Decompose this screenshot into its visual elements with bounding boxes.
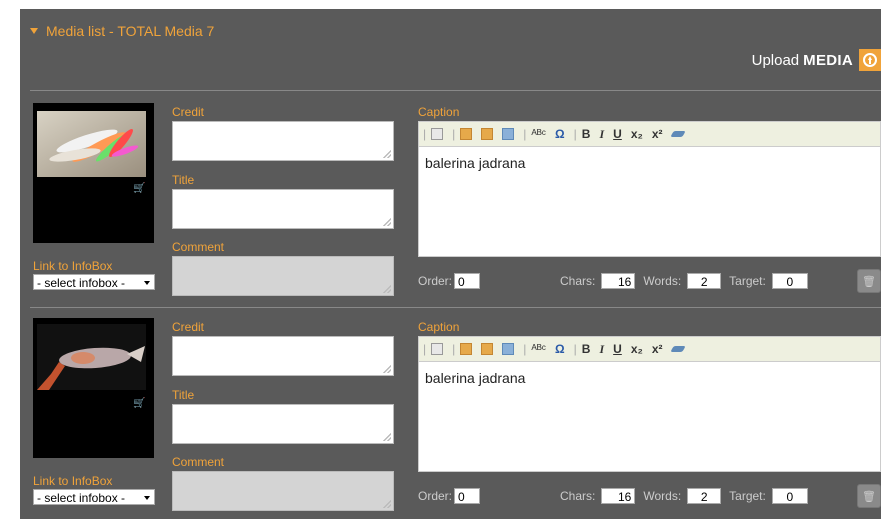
upload-label: Upload: [751, 51, 800, 69]
trash-icon: 🗑: [862, 490, 876, 503]
title-label: Title: [172, 173, 195, 187]
caption-text-area[interactable]: balerina jadrana: [418, 147, 881, 257]
caption-editor: | | | ᴬᴮᶜ Ω | B I U x₂ x² balerina jadra…: [418, 121, 881, 257]
target-input[interactable]: 0: [771, 273, 808, 289]
link-to-infobox-label: Link to InfoBox: [33, 259, 113, 273]
resize-grip-icon[interactable]: [383, 285, 391, 293]
resize-grip-icon[interactable]: [383, 500, 391, 508]
bold-button[interactable]: B: [582, 342, 591, 356]
italic-button[interactable]: I: [599, 342, 604, 357]
source-icon[interactable]: [431, 128, 444, 140]
caption-meta-row: Order: 0 Chars: 16 Words: 2 Target: 0 🗑: [418, 484, 881, 508]
title-label: Title: [172, 388, 195, 402]
underline-button[interactable]: U: [613, 342, 622, 356]
caption-label: Caption: [418, 105, 460, 119]
chars-count: 16: [601, 273, 636, 289]
media-list-title: Media list - TOTAL Media 7: [46, 23, 215, 39]
source-icon[interactable]: [431, 343, 444, 355]
media-thumbnail[interactable]: 🛒: [33, 103, 154, 243]
chars-label: Chars:: [560, 274, 596, 288]
thumbnail-image: [37, 324, 146, 390]
title-field[interactable]: [172, 404, 394, 444]
target-label: Target:: [729, 489, 766, 503]
upload-icon: [859, 49, 881, 71]
editor-toolbar: | | | ᴬᴮᶜ Ω | B I U x₂ x²: [418, 121, 881, 147]
words-label: Words:: [643, 489, 682, 503]
resize-grip-icon[interactable]: [383, 218, 391, 226]
paste-text-icon[interactable]: [481, 128, 494, 140]
infobox-select[interactable]: - select infobox -: [33, 489, 155, 505]
spellcheck-icon[interactable]: ᴬᴮᶜ: [531, 342, 546, 356]
collapse-arrow-icon: [30, 28, 38, 34]
order-label: Order:: [418, 274, 453, 288]
target-label: Target:: [729, 274, 766, 288]
infobox-select[interactable]: - select infobox -: [33, 274, 155, 290]
subscript-button[interactable]: x₂: [631, 342, 643, 356]
credit-field[interactable]: [172, 121, 394, 161]
title-field[interactable]: [172, 189, 394, 229]
words-count: 2: [687, 273, 722, 289]
media-item: 🛒 Link to InfoBox - select infobox - Cre…: [20, 103, 881, 313]
media-thumbnail[interactable]: 🛒: [33, 318, 154, 458]
bold-button[interactable]: B: [582, 127, 591, 141]
paste-word-icon[interactable]: [502, 343, 515, 355]
media-list-toggle[interactable]: Media list - TOTAL Media 7: [30, 23, 214, 39]
paste-icon[interactable]: [460, 128, 473, 140]
editor-toolbar: | | | ᴬᴮᶜ Ω | B I U x₂ x²: [418, 336, 881, 362]
target-input[interactable]: 0: [771, 488, 808, 504]
caption-label: Caption: [418, 320, 460, 334]
delete-button[interactable]: 🗑: [857, 484, 881, 508]
credit-label: Credit: [172, 105, 205, 119]
eraser-icon[interactable]: [669, 346, 686, 352]
comment-label: Comment: [172, 240, 225, 254]
order-input[interactable]: 0: [454, 273, 481, 289]
divider: [30, 307, 881, 308]
special-char-icon[interactable]: Ω: [555, 127, 565, 141]
superscript-button[interactable]: x²: [652, 342, 663, 356]
chevron-down-icon: [144, 281, 150, 285]
special-char-icon[interactable]: Ω: [555, 342, 565, 356]
thumbnail-image: [37, 111, 146, 177]
underline-button[interactable]: U: [613, 127, 622, 141]
media-item: 🛒 Link to InfoBox - select infobox - Cre…: [20, 318, 881, 528]
divider: [30, 90, 881, 91]
order-input[interactable]: 0: [454, 488, 481, 504]
caption-text-area[interactable]: balerina jadrana: [418, 362, 881, 472]
order-label: Order:: [418, 489, 453, 503]
cart-icon: 🛒: [133, 398, 146, 409]
chars-count: 16: [601, 488, 636, 504]
trash-icon: 🗑: [862, 275, 876, 288]
resize-grip-icon[interactable]: [383, 365, 391, 373]
resize-grip-icon[interactable]: [383, 433, 391, 441]
italic-button[interactable]: I: [599, 127, 604, 142]
media-list-panel: Media list - TOTAL Media 7 Upload MEDIA …: [20, 9, 881, 519]
superscript-button[interactable]: x²: [652, 127, 663, 141]
comment-field[interactable]: [172, 256, 394, 296]
cart-icon: 🛒: [133, 183, 146, 194]
spellcheck-icon[interactable]: ᴬᴮᶜ: [531, 127, 546, 141]
paste-word-icon[interactable]: [502, 128, 515, 140]
credit-label: Credit: [172, 320, 205, 334]
link-to-infobox-label: Link to InfoBox: [33, 474, 113, 488]
paste-text-icon[interactable]: [481, 343, 494, 355]
eraser-icon[interactable]: [669, 131, 686, 137]
upload-media-button[interactable]: Upload MEDIA: [752, 49, 881, 71]
comment-field[interactable]: [172, 471, 394, 511]
caption-meta-row: Order: 0 Chars: 16 Words: 2 Target: 0 🗑: [418, 269, 881, 293]
subscript-button[interactable]: x₂: [631, 127, 643, 141]
delete-button[interactable]: 🗑: [857, 269, 881, 293]
chars-label: Chars:: [560, 489, 596, 503]
comment-label: Comment: [172, 455, 225, 469]
caption-editor: | | | ᴬᴮᶜ Ω | B I U x₂ x² balerina jadra…: [418, 336, 881, 472]
paste-icon[interactable]: [460, 343, 473, 355]
chevron-down-icon: [144, 496, 150, 500]
resize-grip-icon[interactable]: [383, 150, 391, 158]
credit-field[interactable]: [172, 336, 394, 376]
words-count: 2: [687, 488, 722, 504]
upload-label-bold: MEDIA: [803, 51, 853, 69]
words-label: Words:: [643, 274, 682, 288]
